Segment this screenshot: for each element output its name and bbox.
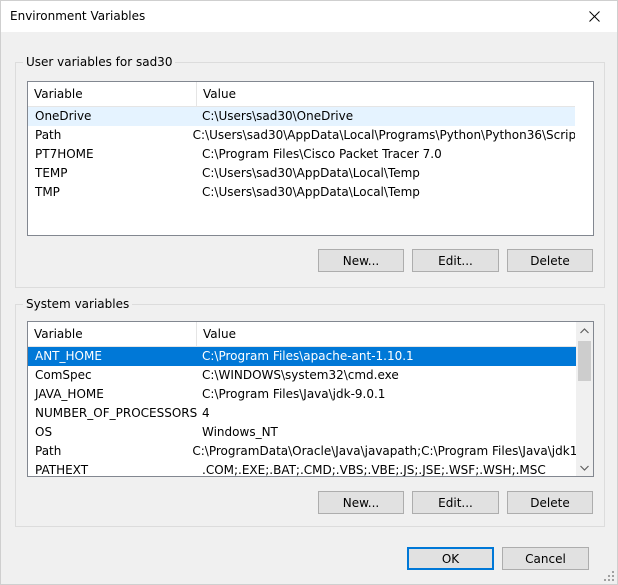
scroll-up-button[interactable] xyxy=(576,322,593,339)
value-cell: C:\Users\sad30\OneDrive xyxy=(202,109,354,123)
close-button[interactable] xyxy=(572,1,617,32)
variable-cell: OS xyxy=(35,425,53,439)
user-variables-label: User variables for sad30 xyxy=(23,54,176,70)
table-row[interactable]: ANT_HOME C:\Program Files\apache-ant-1.10… xyxy=(28,347,576,366)
system-new-button[interactable]: New... xyxy=(318,491,404,514)
variable-cell: Path xyxy=(35,128,62,142)
system-list-scrollbar[interactable] xyxy=(576,322,593,476)
value-cell: 4 xyxy=(202,406,210,420)
user-variables-list[interactable]: Variable Value OneDrive C:\Users\sad30\On… xyxy=(27,81,594,236)
value-cell: C:\Users\sad30\AppData\Local\Temp xyxy=(202,166,420,180)
variable-cell: PT7HOME xyxy=(35,147,94,161)
table-row[interactable]: Path C:\ProgramData\Oracle\Java\javapath;… xyxy=(28,442,576,461)
value-cell: .COM;.EXE;.BAT;.CMD;.VBS;.VBE;.JS;.JSE;.… xyxy=(202,463,546,477)
cancel-button[interactable]: Cancel xyxy=(502,547,589,570)
variable-cell: TMP xyxy=(35,185,60,199)
variable-cell: ANT_HOME xyxy=(35,349,102,363)
system-delete-button[interactable]: Delete xyxy=(507,491,593,514)
chevron-down-icon xyxy=(580,465,589,471)
system-list-rows: ANT_HOME C:\Program Files\apache-ant-1.10… xyxy=(28,347,576,477)
value-cell: C:\ProgramData\Oracle\Java\javapath;C:\P… xyxy=(192,444,576,458)
table-row[interactable]: OneDrive C:\Users\sad30\OneDrive xyxy=(28,107,575,126)
system-variables-list[interactable]: Variable Value ANT_HOME C:\Program Files\… xyxy=(27,321,594,477)
chevron-up-icon xyxy=(580,327,589,333)
resize-grip-icon[interactable] xyxy=(603,570,615,582)
system-list-header: Variable Value xyxy=(28,322,576,347)
column-header-variable[interactable]: Variable xyxy=(28,322,197,346)
value-cell: C:\Users\sad30\AppData\Local\Temp xyxy=(202,185,420,199)
user-edit-button[interactable]: Edit... xyxy=(412,249,499,272)
column-header-value[interactable]: Value xyxy=(197,82,575,106)
variable-cell: PATHEXT xyxy=(35,463,89,477)
value-cell: C:\Program Files\Cisco Packet Tracer 7.0 xyxy=(202,147,442,161)
system-variables-label: System variables xyxy=(23,296,133,312)
table-row[interactable]: PATHEXT .COM;.EXE;.BAT;.CMD;.VBS;.VBE;.JS… xyxy=(28,461,576,477)
variable-cell: ComSpec xyxy=(35,368,92,382)
close-icon xyxy=(589,11,600,22)
variable-cell: JAVA_HOME xyxy=(35,387,104,401)
table-row[interactable]: JAVA_HOME C:\Program Files\Java\jdk-9.0.1 xyxy=(28,385,576,404)
user-new-button[interactable]: New... xyxy=(318,249,404,272)
table-row[interactable]: PT7HOME C:\Program Files\Cisco Packet Tra… xyxy=(28,145,575,164)
table-row[interactable]: NUMBER_OF_PROCESSORS 4 xyxy=(28,404,576,423)
variable-cell: Path xyxy=(35,444,62,458)
value-cell: Windows_NT xyxy=(202,425,278,439)
system-edit-button[interactable]: Edit... xyxy=(412,491,499,514)
title-bar: Environment Variables xyxy=(1,1,617,32)
table-row[interactable]: Path C:\Users\sad30\AppData\Local\Program… xyxy=(28,126,575,145)
variable-cell: OneDrive xyxy=(35,109,92,123)
user-delete-button[interactable]: Delete xyxy=(507,249,593,272)
value-cell: C:\WINDOWS\system32\cmd.exe xyxy=(202,368,399,382)
value-cell: C:\Program Files\apache-ant-1.10.1 xyxy=(202,349,414,363)
scrollbar-thumb[interactable] xyxy=(578,341,591,381)
variable-cell: NUMBER_OF_PROCESSORS xyxy=(35,406,197,420)
user-list-rows: OneDrive C:\Users\sad30\OneDrive Path C:\Us… xyxy=(28,107,575,202)
table-row[interactable]: TEMP C:\Users\sad30\AppData\Local\Temp xyxy=(28,164,575,183)
table-row[interactable]: OS Windows_NT xyxy=(28,423,576,442)
value-cell: C:\Users\sad30\AppData\Local\Programs\Py… xyxy=(192,128,575,142)
column-header-value[interactable]: Value xyxy=(197,322,576,346)
environment-variables-dialog: Environment Variables User variables for… xyxy=(0,0,618,585)
value-cell: C:\Program Files\Java\jdk-9.0.1 xyxy=(202,387,386,401)
scroll-down-button[interactable] xyxy=(576,459,593,476)
window-title: Environment Variables xyxy=(10,9,146,23)
column-header-variable[interactable]: Variable xyxy=(28,82,197,106)
user-list-header: Variable Value xyxy=(28,82,575,107)
ok-button[interactable]: OK xyxy=(407,547,494,570)
table-row[interactable]: ComSpec C:\WINDOWS\system32\cmd.exe xyxy=(28,366,576,385)
variable-cell: TEMP xyxy=(35,166,68,180)
table-row[interactable]: TMP C:\Users\sad30\AppData\Local\Temp xyxy=(28,183,575,202)
